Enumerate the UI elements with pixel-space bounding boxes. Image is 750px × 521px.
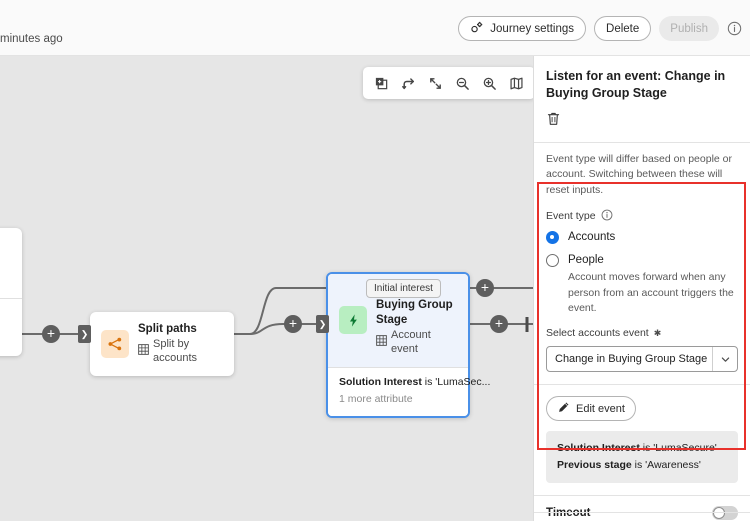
add-step-plus-right[interactable]: + (490, 315, 508, 333)
expand-chevron-lower[interactable]: ❯ (316, 315, 329, 333)
summary-row-2-value: is 'Awareness' (632, 459, 701, 471)
zoom-in-icon[interactable] (477, 71, 502, 96)
radio-accounts-indicator[interactable] (546, 231, 559, 244)
summary-row-2-field: Previous stage (557, 459, 632, 471)
required-marker: ✱ (654, 328, 662, 339)
fit-to-screen-icon[interactable] (423, 71, 448, 96)
panel-divider-bottom (534, 512, 750, 513)
split-paths-icon (101, 330, 129, 358)
accounts-event-select[interactable]: Change in Buying Group Stage (546, 346, 738, 372)
radio-people-help: Account moves forward when any person fr… (568, 270, 738, 317)
add-step-plus-left[interactable]: + (42, 325, 60, 343)
info-icon[interactable] (727, 21, 742, 36)
event-node-attributes: Solution Interest is 'LumaSec... 1 more … (328, 367, 468, 416)
panel-note: Event type will differ based on people o… (534, 143, 750, 209)
delete-step-icon[interactable] (534, 103, 573, 142)
split-paths-node[interactable]: Split paths Split by accounts (90, 312, 234, 376)
event-node-subtitle-row: Account event (376, 329, 457, 357)
radio-accounts[interactable]: Accounts (546, 231, 738, 244)
add-step-plus-upper[interactable]: + (476, 279, 494, 297)
info-icon[interactable] (601, 209, 613, 224)
radio-accounts-label: Accounts (568, 231, 615, 243)
table-grid-icon (376, 335, 387, 351)
branch-label-initial-interest[interactable]: Initial interest (366, 279, 441, 298)
panel-title: Listen for an event: Change in Buying Gr… (534, 56, 750, 103)
journey-canvas[interactable]: + ❯ Split paths (0, 56, 533, 521)
minimap-icon[interactable] (504, 71, 529, 96)
undo-icon[interactable] (396, 71, 421, 96)
gear-icon (470, 20, 484, 37)
delete-label: Delete (606, 23, 639, 35)
pencil-icon (557, 401, 570, 417)
event-rules-summary: Solution Interest is 'LumaSecure' Previo… (546, 431, 738, 483)
event-node-subtitle: Account event (391, 329, 457, 357)
split-paths-title: Split paths (138, 322, 223, 336)
chevron-down-icon[interactable] (712, 347, 737, 371)
edit-event-button[interactable]: Edit event (546, 396, 636, 421)
edit-event-label: Edit event (576, 403, 625, 415)
event-type-label: Event type (546, 210, 596, 222)
select-event-label-row: Select accounts event ✱ (546, 327, 738, 339)
summary-row-2: Previous stage is 'Awareness' (557, 457, 727, 474)
journey-settings-label: Journey settings (490, 23, 574, 35)
event-type-label-row: Event type (546, 209, 738, 224)
select-event-label: Select accounts event (546, 327, 649, 339)
table-grid-icon (138, 344, 149, 360)
event-attribute-value: is 'LumaSec... (422, 376, 491, 388)
event-attribute-name: Solution Interest (339, 376, 422, 388)
expand-chevron-left[interactable]: ❯ (78, 325, 91, 343)
accounts-event-select-value: Change in Buying Group Stage (547, 347, 712, 371)
zoom-out-icon[interactable] (450, 71, 475, 96)
delete-button[interactable]: Delete (594, 16, 651, 41)
publish-button[interactable]: Publish (659, 16, 719, 41)
journey-settings-button[interactable]: Journey settings (458, 16, 586, 41)
event-bolt-icon (339, 306, 367, 334)
add-step-plus-lower[interactable]: + (284, 315, 302, 333)
event-details-panel: Listen for an event: Change in Buying Gr… (533, 56, 750, 521)
split-paths-subtitle: Split by accounts (153, 338, 223, 366)
radio-people-indicator[interactable] (546, 254, 559, 267)
top-header-bar: minutes ago Journey settings Delete Publ… (0, 0, 750, 56)
timeout-section-header: Timeout (534, 496, 750, 520)
duplicate-icon[interactable] (369, 71, 394, 96)
event-type-section: Event type Accounts People Account moves… (534, 209, 750, 372)
previous-node-partial[interactable] (0, 228, 22, 356)
event-config-section: Edit event Solution Interest is 'LumaSec… (534, 385, 750, 483)
publish-label: Publish (670, 23, 708, 35)
radio-people[interactable]: People (546, 254, 738, 267)
split-paths-header: Split paths Split by accounts (90, 312, 234, 376)
split-paths-subtitle-row: Split by accounts (138, 338, 223, 366)
last-saved-text: minutes ago (0, 33, 63, 45)
canvas-toolbar[interactable] (363, 67, 533, 99)
header-actions: Journey settings Delete Publish (458, 16, 742, 41)
summary-row-1-value: is 'LumaSecure' (640, 442, 717, 454)
radio-people-label: People (568, 254, 604, 266)
summary-row-1: Solution Interest is 'LumaSecure' (557, 440, 727, 457)
summary-row-1-field: Solution Interest (557, 442, 640, 454)
event-more-attributes: 1 more attribute (339, 392, 457, 407)
